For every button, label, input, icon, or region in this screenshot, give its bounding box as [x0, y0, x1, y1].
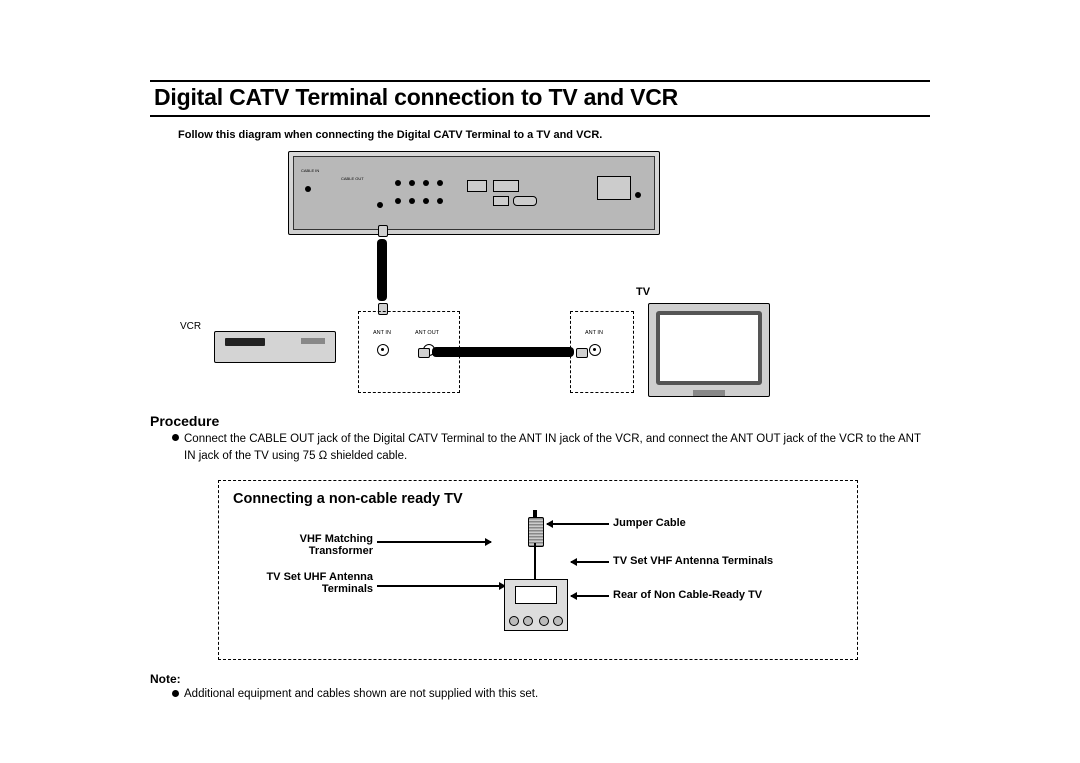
non-cable-ready-panel: Connecting a non-cable ready TV VHF Matc… — [218, 480, 858, 660]
vcr-device — [214, 331, 336, 363]
ant-in-label: ANT IN — [373, 330, 391, 336]
vcr-label: VCR — [180, 321, 201, 332]
arrow-vhf-match — [377, 541, 491, 543]
tv-label: TV — [636, 286, 650, 298]
procedure-heading: Procedure — [150, 413, 930, 429]
procedure-text: Connect the CABLE OUT jack of the Digita… — [184, 433, 921, 462]
page-title-band: Digital CATV Terminal connection to TV a… — [150, 80, 930, 117]
uhf-terminals-label: TV Set UHF Antenna Terminals — [231, 571, 373, 595]
terminal-block-icon — [504, 579, 568, 631]
panel-heading: Connecting a non-cable ready TV — [233, 491, 843, 507]
vhf-terminals-label: TV Set VHF Antenna Terminals — [613, 555, 773, 567]
tv-ant-in-connector — [589, 344, 601, 356]
note-bullet: Additional equipment and cables shown ar… — [172, 686, 930, 703]
procedure-bullet: Connect the CABLE OUT jack of the Digita… — [172, 431, 930, 464]
catv-terminal-device: CABLE IN CABLE OUT — [288, 151, 660, 235]
rear-tv-label: Rear of Non Cable-Ready TV — [613, 589, 762, 601]
matching-transformer-diagram — [504, 517, 614, 647]
note-text: Additional equipment and cables shown ar… — [184, 688, 538, 700]
tv-terminals-box: ANT IN — [570, 311, 634, 393]
ant-in-connector — [377, 344, 389, 356]
note-heading: Note: — [150, 672, 930, 686]
intro-text: Follow this diagram when connecting the … — [178, 129, 930, 141]
page-title: Digital CATV Terminal connection to TV a… — [154, 84, 930, 111]
tv-device — [648, 303, 770, 397]
bullet-icon — [172, 434, 179, 441]
arrow-uhf — [377, 585, 505, 587]
wire-icon — [534, 543, 536, 579]
jumper-cable-label: Jumper Cable — [613, 517, 686, 529]
connection-diagram: CABLE IN CABLE OUT TV — [178, 151, 930, 411]
coax-cable-vertical — [375, 235, 389, 305]
bullet-icon — [172, 690, 179, 697]
coax-cable-horizontal — [428, 345, 578, 359]
transformer-icon — [528, 517, 544, 547]
vhf-matching-label: VHF Matching Transformer — [283, 533, 373, 557]
tv-ant-in-label: ANT IN — [585, 330, 603, 336]
ant-out-label: ANT OUT — [415, 330, 439, 336]
